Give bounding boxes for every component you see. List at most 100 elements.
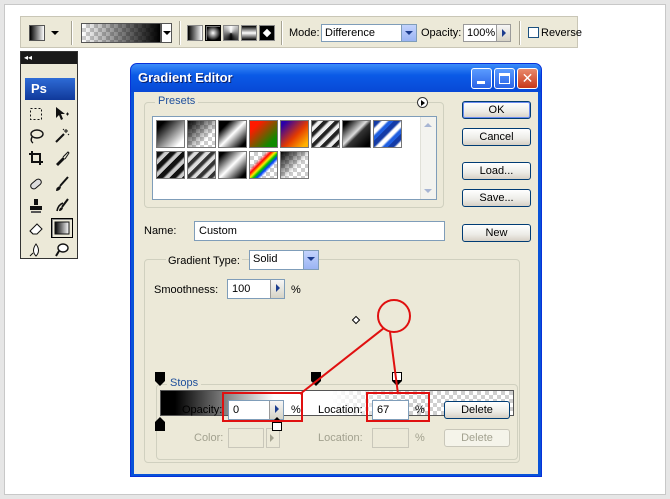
stop-location-label: Location:	[318, 404, 363, 416]
smoothness-label: Smoothness:	[154, 284, 219, 296]
annotation-circle-stop	[377, 299, 411, 333]
preset-swatch[interactable]	[249, 151, 278, 179]
title-bar[interactable]: Gradient Editor ✕	[131, 64, 541, 92]
preset-swatch[interactable]	[280, 120, 309, 148]
dodge-tool-icon[interactable]	[51, 240, 73, 260]
arrow-right-icon	[270, 434, 274, 442]
maximize-icon	[499, 73, 510, 84]
gradient-tool-icon	[29, 25, 45, 41]
delete-opacity-stop-button[interactable]: Delete	[444, 401, 510, 419]
separator	[281, 21, 283, 45]
ok-button[interactable]: OK	[462, 101, 531, 119]
name-field[interactable]: Custom	[194, 221, 445, 241]
preset-swatch[interactable]	[280, 151, 309, 179]
mode-select[interactable]: Difference	[321, 24, 417, 42]
tools-palette: ◂◂ Ps	[20, 51, 78, 259]
stop-color-swatch	[228, 428, 264, 448]
tool-preset-picker[interactable]	[29, 25, 61, 41]
new-button[interactable]: New	[462, 224, 531, 242]
chevron-down-icon	[401, 25, 416, 41]
color-picker-arrow	[266, 428, 280, 448]
smoothness-value: 100	[232, 283, 251, 295]
gradient-tool-icon[interactable]	[51, 218, 73, 238]
preset-swatch[interactable]	[187, 151, 216, 179]
maximize-button[interactable]	[494, 68, 515, 89]
delete-color-stop-button: Delete	[444, 429, 510, 447]
color-location-label: Location:	[318, 432, 363, 444]
mode-label: Mode:	[289, 27, 320, 39]
options-bar: Mode: Difference Opacity: 100% Reverse	[20, 16, 582, 48]
opacity-input[interactable]: 100%	[463, 24, 511, 42]
dialog-title: Gradient Editor	[138, 70, 233, 85]
eraser-tool-icon[interactable]	[25, 218, 47, 238]
history-brush-tool-icon[interactable]	[51, 196, 73, 216]
slice-tool-icon[interactable]	[51, 148, 73, 168]
diamond-gradient-button[interactable]	[259, 25, 275, 41]
gradient-type-select[interactable]: Solid	[249, 250, 319, 270]
mode-value: Difference	[325, 27, 375, 39]
move-tool-icon[interactable]	[51, 104, 73, 124]
annotation-highlight-opacity	[222, 392, 303, 422]
angle-gradient-button[interactable]	[223, 25, 239, 41]
gradient-type-label: Gradient Type:	[166, 255, 242, 267]
presets-menu-icon[interactable]	[417, 97, 428, 108]
photoshop-logo[interactable]: Ps	[25, 78, 75, 100]
crop-tool-icon[interactable]	[25, 148, 47, 168]
marquee-tool-icon[interactable]	[25, 104, 47, 124]
save-button[interactable]: Save...	[462, 189, 531, 207]
scroll-down-icon[interactable]	[424, 189, 432, 193]
blur-tool-icon[interactable]	[25, 240, 47, 260]
clone-stamp-tool-icon[interactable]	[25, 196, 47, 216]
preset-swatch-grid	[156, 120, 418, 196]
stops-label: Stops	[167, 377, 202, 389]
opacity-value: 100%	[467, 27, 496, 39]
load-button[interactable]: Load...	[462, 162, 531, 180]
chevron-down-icon	[51, 31, 59, 35]
healing-brush-tool-icon[interactable]	[25, 174, 47, 194]
cancel-button[interactable]: Cancel	[462, 128, 531, 146]
opacity-label: Opacity:	[421, 27, 462, 39]
reflected-gradient-button[interactable]	[241, 25, 257, 41]
color-location-input	[372, 428, 409, 448]
linear-gradient-button[interactable]	[187, 25, 203, 41]
lasso-tool-icon[interactable]	[25, 126, 47, 146]
gradient-editor-dialog: Gradient Editor ✕ Presets OK Cancel Load…	[130, 63, 542, 477]
preset-swatch[interactable]	[342, 120, 371, 148]
magic-wand-tool-icon[interactable]	[51, 126, 73, 146]
preset-swatch[interactable]	[156, 120, 185, 148]
preset-swatch[interactable]	[373, 120, 402, 148]
preset-swatch[interactable]	[156, 151, 185, 179]
reverse-checkbox[interactable]	[528, 27, 539, 38]
close-button[interactable]: ✕	[517, 68, 538, 89]
gradient-preview-swatch[interactable]	[81, 23, 161, 43]
slider-popup-icon	[496, 25, 510, 41]
opacity-stop[interactable]	[392, 372, 403, 386]
minimize-button[interactable]	[471, 68, 492, 89]
preset-swatch[interactable]	[311, 120, 340, 148]
presets-scrollbar[interactable]	[420, 117, 436, 199]
separator	[71, 21, 73, 45]
reverse-label: Reverse	[541, 27, 582, 39]
opacity-stop[interactable]	[155, 372, 165, 386]
chevron-down-icon	[303, 251, 318, 269]
preset-swatch[interactable]	[218, 120, 247, 148]
preset-swatch[interactable]	[249, 120, 278, 148]
smoothness-input[interactable]: 100	[227, 279, 285, 299]
presets-label: Presets	[155, 95, 199, 107]
preset-swatch[interactable]	[187, 120, 216, 148]
color-location-unit: %	[415, 432, 425, 444]
stops-group	[156, 384, 518, 460]
gradient-picker-dropdown[interactable]	[161, 23, 172, 43]
scroll-up-icon[interactable]	[424, 123, 432, 127]
opacity-stop[interactable]	[310, 372, 321, 386]
preset-swatch[interactable]	[218, 151, 247, 179]
slider-popup-icon	[270, 280, 284, 298]
color-stop[interactable]	[155, 417, 165, 431]
smoothness-unit: %	[291, 284, 301, 296]
presets-list	[152, 116, 437, 200]
close-icon: ✕	[521, 70, 534, 86]
palette-collapse-handle[interactable]: ◂◂	[21, 52, 77, 64]
radial-gradient-button[interactable]	[205, 25, 221, 41]
brush-tool-icon[interactable]	[51, 174, 73, 194]
annotation-highlight-location	[366, 392, 430, 422]
